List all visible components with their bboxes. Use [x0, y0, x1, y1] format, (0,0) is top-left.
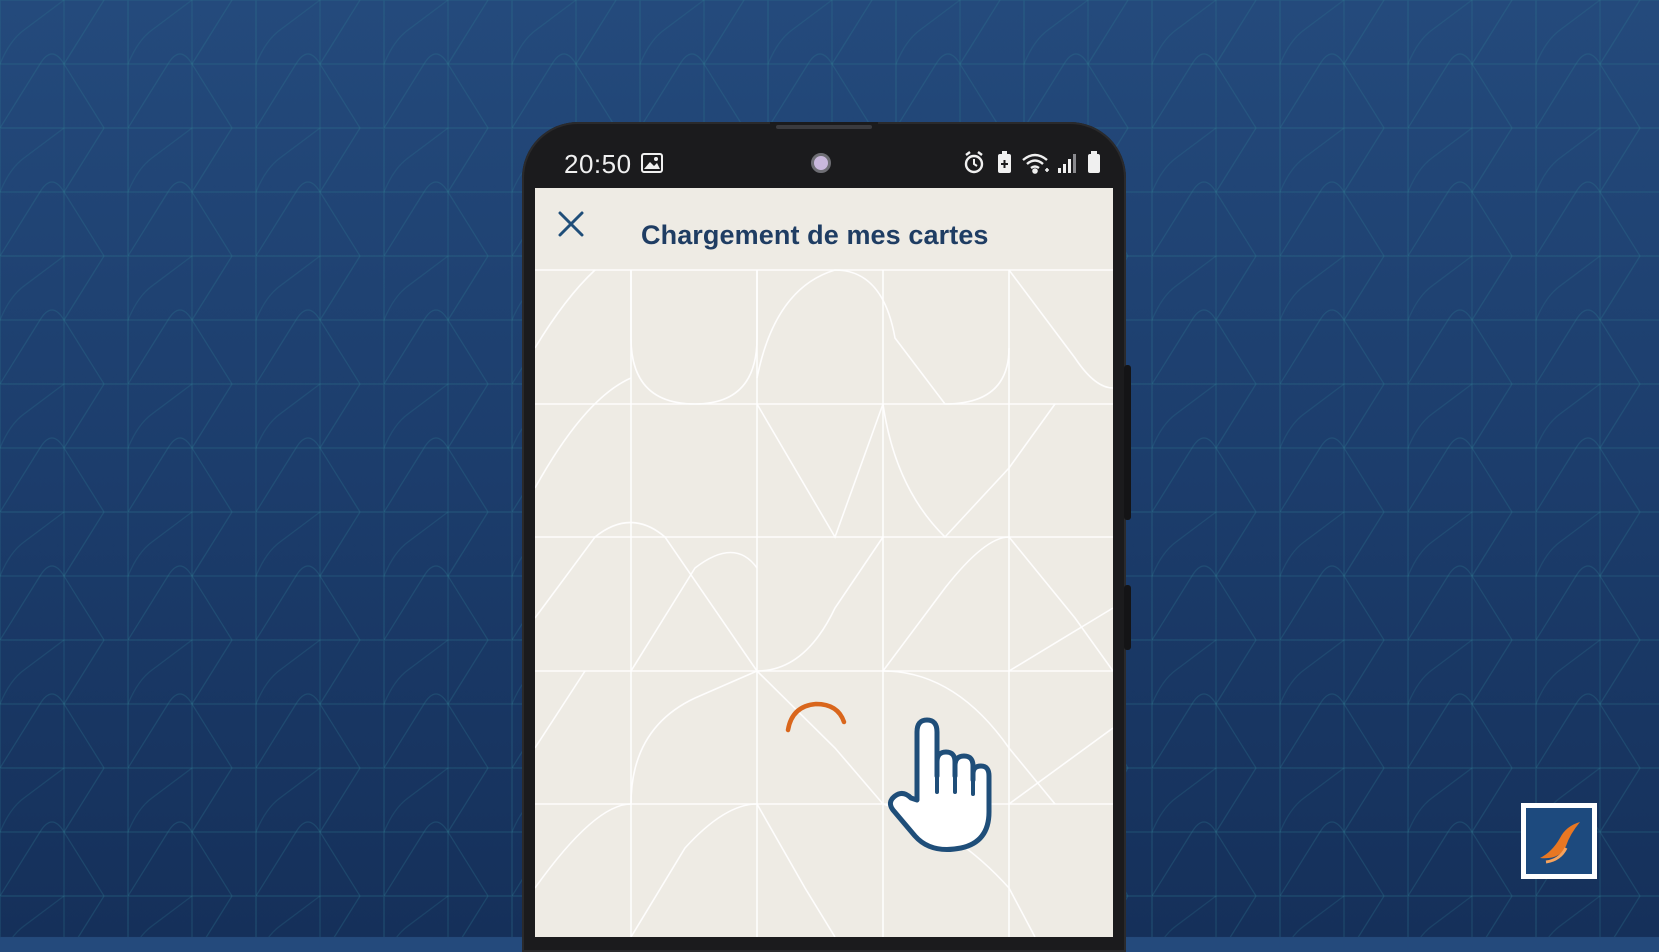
volume-button: [1124, 365, 1131, 520]
app-screen: Chargement de mes cartes: [535, 188, 1113, 937]
battery-icon: [1088, 151, 1100, 173]
page-title: Chargement de mes cartes: [641, 220, 989, 250]
alarm-icon: [964, 151, 984, 174]
signal-icon: [1058, 154, 1076, 173]
battery-saver-icon: [998, 151, 1011, 173]
image-icon: [641, 153, 663, 178]
brand-logo: [1521, 803, 1597, 879]
app-header: Chargement de mes cartes: [535, 188, 1113, 270]
brand-logo-icon: [1526, 808, 1592, 874]
earpiece: [776, 125, 872, 129]
power-button: [1124, 585, 1131, 650]
tap-hand-icon: [887, 717, 992, 852]
front-camera: [811, 153, 831, 173]
status-time: 20:50: [564, 149, 632, 179]
screen-pattern: [535, 269, 1113, 937]
close-button[interactable]: [553, 206, 589, 242]
wifi-icon: [1022, 153, 1049, 174]
loading-spinner-icon: [785, 701, 847, 733]
close-icon: [558, 211, 584, 237]
